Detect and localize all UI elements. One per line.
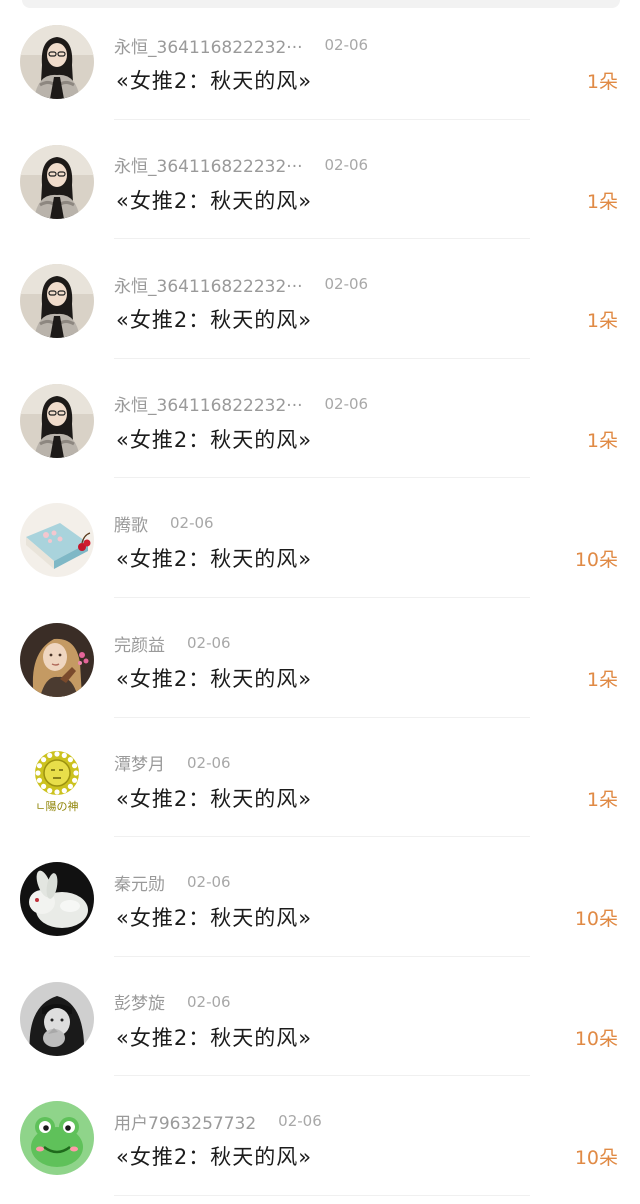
book-title[interactable]: «女推2：秋天的风»	[116, 903, 312, 933]
comment-meta: 腾歌 02-06	[114, 511, 214, 536]
comment-date: 02-06	[187, 873, 231, 892]
avatar[interactable]	[20, 623, 94, 697]
comment-date: 02-06	[278, 1112, 322, 1131]
book-title[interactable]: «女推2：秋天的风»	[116, 186, 312, 216]
comment-meta: 彭梦旋 02-06	[114, 989, 231, 1015]
avatar[interactable]	[20, 503, 94, 578]
avatar-girl-pointing-icon	[20, 981, 94, 1056]
avatar-girl-bw-icon	[20, 144, 94, 219]
gift-count: 1朵	[586, 71, 618, 93]
username[interactable]: 腾歌	[114, 511, 148, 536]
book-title[interactable]: «女推2：秋天的风»	[116, 66, 312, 96]
comment-date: 02-06	[324, 394, 369, 413]
comment-meta: 完颜益 02-06	[114, 631, 231, 656]
avatar-sun-god-icon: ㄴ陽の神	[20, 742, 94, 817]
gift-count: 10朵	[574, 549, 618, 572]
comment-row: 永恒_364116822232··· 02-06 «女推2：秋天的风» 1朵	[0, 0, 640, 120]
comment-row: 用户7963257732 02-06 «女推2：秋天的风» 10朵	[0, 1076, 640, 1196]
book-title[interactable]: «女推2：秋天的风»	[116, 544, 312, 574]
avatar[interactable]	[20, 264, 94, 339]
avatar-green-frog-icon	[20, 1101, 94, 1176]
comment-date: 02-06	[187, 992, 231, 1011]
comment-row: 完颜益 02-06 «女推2：秋天的风» 1朵	[0, 598, 640, 718]
username[interactable]: 永恒_364116822232···	[114, 33, 303, 58]
avatar-jade-rabbit-icon	[20, 862, 94, 937]
avatar-book-cherry-icon	[20, 503, 94, 578]
row-divider	[114, 1194, 530, 1196]
username[interactable]: 用户7963257732	[114, 1109, 256, 1134]
gift-count: 1朵	[586, 429, 618, 452]
book-title[interactable]: «女推2：秋天的风»	[116, 784, 312, 814]
gift-count: 1朵	[586, 310, 618, 333]
avatar-girl-bw-icon	[20, 264, 94, 339]
username[interactable]: 潭梦月	[114, 750, 165, 775]
avatar[interactable]	[20, 981, 94, 1056]
avatar-girl-bw-icon	[20, 383, 94, 458]
username[interactable]: 永恒_364116822232···	[114, 152, 303, 177]
comment-meta: 永恒_364116822232··· 02-06	[114, 272, 369, 297]
avatar[interactable]: ㄴ陽の神	[20, 742, 94, 817]
comment-row: ㄴ陽の神 潭梦月 02-06 «女推2：秋天的风» 1朵	[0, 718, 640, 838]
comment-meta: 永恒_364116822232··· 02-06	[114, 391, 369, 417]
book-title[interactable]: «女推2：秋天的风»	[116, 664, 312, 694]
avatar[interactable]	[20, 383, 94, 458]
username[interactable]: 永恒_364116822232···	[114, 272, 303, 297]
comment-row: 秦元勋 02-06 «女推2：秋天的风» 10朵	[0, 837, 640, 957]
comment-date: 02-06	[187, 634, 231, 652]
gift-count: 10朵	[574, 908, 618, 931]
avatar-girl-bw-icon	[20, 25, 94, 99]
gift-count: 10朵	[574, 1027, 618, 1050]
gift-count: 1朵	[586, 669, 618, 691]
gift-count: 1朵	[586, 788, 618, 811]
username[interactable]: 秦元勋	[114, 870, 165, 895]
comment-row: 永恒_364116822232··· 02-06 «女推2：秋天的风» 1朵	[0, 359, 640, 479]
username[interactable]: 完颜益	[114, 631, 165, 656]
comment-row: 永恒_364116822232··· 02-06 «女推2：秋天的风» 1朵	[0, 120, 640, 240]
comment-meta: 永恒_364116822232··· 02-06	[114, 33, 369, 58]
comment-date: 02-06	[324, 155, 369, 174]
book-title[interactable]: «女推2：秋天的风»	[116, 425, 312, 455]
svg-text:ㄴ陽の神: ㄴ陽の神	[35, 799, 78, 813]
gift-count: 1朵	[586, 190, 618, 213]
book-title[interactable]: «女推2：秋天的风»	[116, 1023, 312, 1053]
comment-row: 腾歌 02-06 «女推2：秋天的风» 10朵	[0, 478, 640, 598]
comment-date: 02-06	[324, 275, 369, 294]
avatar[interactable]	[20, 144, 94, 219]
username[interactable]: 彭梦旋	[114, 989, 165, 1014]
comment-date: 02-06	[187, 753, 231, 772]
avatar[interactable]	[20, 862, 94, 937]
gift-count: 10朵	[574, 1147, 618, 1170]
comment-meta: 潭梦月 02-06	[114, 750, 231, 776]
avatar[interactable]	[20, 1101, 94, 1176]
comment-row: 彭梦旋 02-06 «女推2：秋天的风» 10朵	[0, 957, 640, 1077]
comment-row: 永恒_364116822232··· 02-06 «女推2：秋天的风» 1朵	[0, 239, 640, 359]
username[interactable]: 永恒_364116822232···	[114, 391, 303, 416]
comment-date: 02-06	[170, 514, 214, 533]
book-title[interactable]: «女推2：秋天的风»	[116, 1142, 312, 1172]
avatar[interactable]	[20, 25, 94, 99]
avatar-blonde-girl-icon	[20, 623, 94, 697]
comment-date: 02-06	[324, 36, 369, 54]
comment-meta: 永恒_364116822232··· 02-06	[114, 152, 369, 178]
book-title[interactable]: «女推2：秋天的风»	[116, 305, 312, 335]
comment-meta: 秦元勋 02-06	[114, 870, 231, 895]
comment-meta: 用户7963257732 02-06	[114, 1109, 322, 1134]
